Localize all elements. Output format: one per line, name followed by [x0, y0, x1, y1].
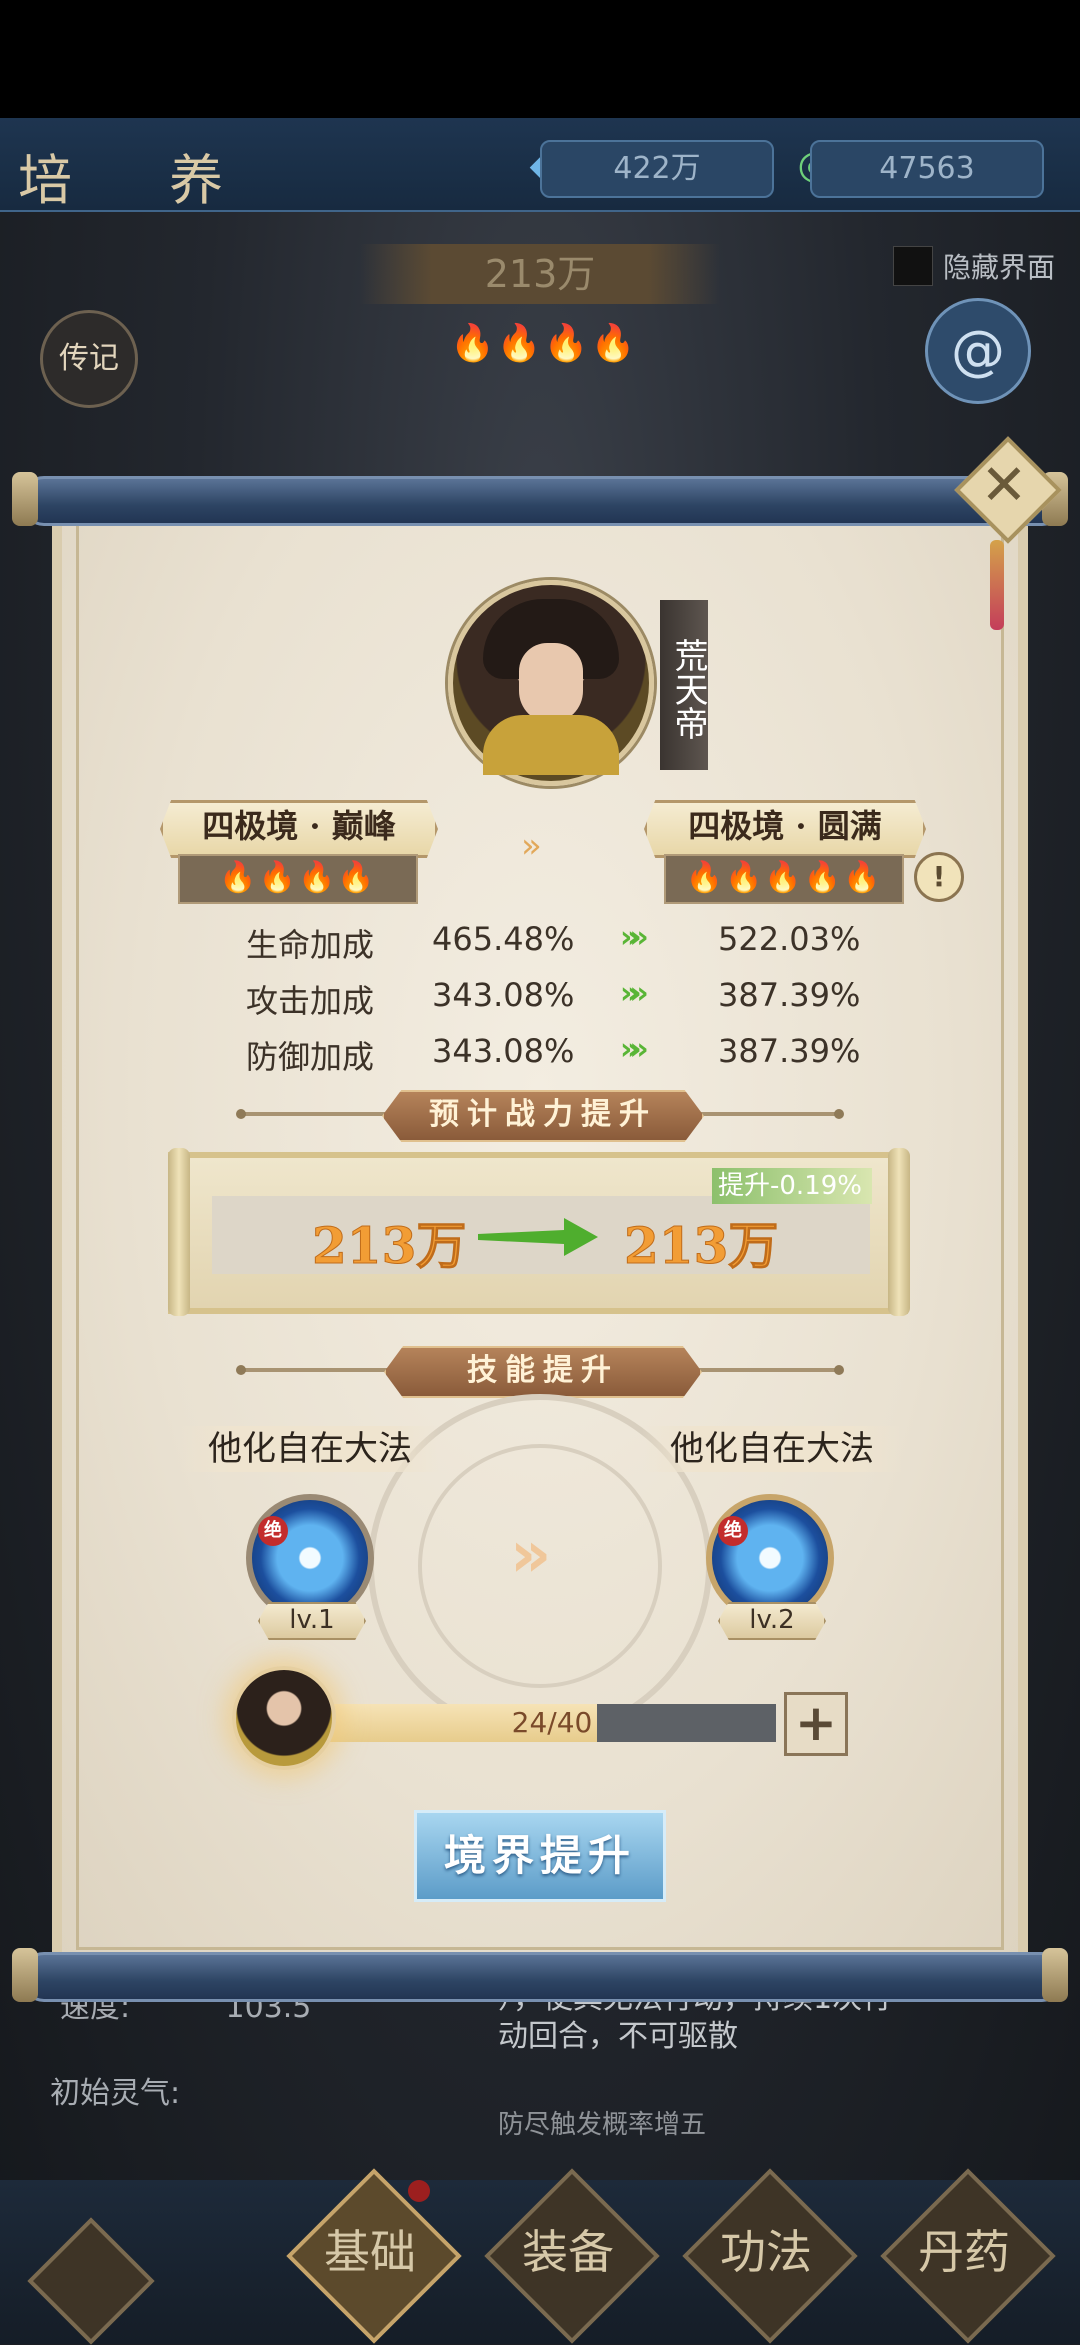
stat-row-hp: 生命加成 465.48% »» 522.03% — [0, 920, 1080, 970]
scroll-rod-top — [22, 476, 1064, 526]
stat-next: 387.39% — [718, 976, 861, 1014]
nav-basic[interactable]: 基础 — [286, 2168, 462, 2344]
skill-level-after: lv.2 — [718, 1602, 826, 1640]
stat-current: 465.48% — [432, 920, 575, 958]
spirit-label: 初始灵气: — [50, 2076, 181, 2111]
background-power-display: 213万 — [360, 244, 720, 304]
biography-button[interactable]: 传记 — [40, 310, 138, 408]
next-realm: 四极境 · 圆满 — [644, 800, 926, 858]
power-after: 213万 — [623, 1216, 779, 1276]
hero-name: 荒天帝 — [660, 600, 708, 770]
currency-crystal: 422万 — [540, 140, 774, 198]
scroll-cap — [1042, 1948, 1068, 2002]
skill-name-before: 他化自在大法 — [180, 1426, 440, 1472]
stat-row-defense: 防御加成 343.08% »» 387.39% — [0, 1032, 1080, 1082]
stat-label: 防御加成 — [246, 1038, 375, 1076]
nav-equipment[interactable]: 装备 — [484, 2168, 660, 2344]
next-realm-flames: 🔥🔥🔥🔥🔥 — [664, 854, 904, 904]
scroll-end — [168, 1148, 190, 1316]
stat-label: 生命加成 — [246, 926, 375, 964]
nav-pills[interactable]: 丹药 — [880, 2168, 1056, 2344]
stat-next: 522.03% — [718, 920, 861, 958]
double-arrow-icon: »» — [620, 920, 649, 955]
stat-label: 攻击加成 — [246, 982, 375, 1020]
skill-section-title: 技能提升 — [384, 1346, 702, 1398]
skill-name-after: 他化自在大法 — [642, 1426, 902, 1472]
notification-dot — [408, 2180, 430, 2202]
green-arrow-icon — [478, 1218, 598, 1256]
hero-avatar — [232, 1666, 336, 1770]
add-material-button[interactable]: + — [784, 1692, 848, 1756]
currency-jade: 47563 — [810, 140, 1044, 198]
hero-face — [519, 643, 583, 723]
realm-arrow-icon: » — [521, 826, 542, 866]
power-change: 提升-0.19% — [712, 1168, 872, 1204]
double-arrow-icon: »» — [620, 976, 649, 1011]
hero-portrait — [448, 580, 654, 786]
nav-label: 丹药 — [918, 2225, 1010, 2279]
nav-label: 功法 — [720, 2225, 812, 2279]
divider-dot — [834, 1365, 844, 1375]
scroll-end — [888, 1148, 910, 1316]
hide-ui-label: 隐藏界面 — [943, 251, 1056, 284]
page-title: 培 养 — [18, 149, 264, 212]
power-before: 213万 — [311, 1216, 467, 1276]
stat-next: 387.39% — [718, 1032, 861, 1070]
ultimate-badge: 绝 — [718, 1516, 748, 1546]
scroll-cap — [12, 472, 38, 526]
power-section-title: 预计战力提升 — [382, 1090, 704, 1142]
stat-row-attack: 攻击加成 343.08% »» 387.39% — [0, 976, 1080, 1026]
tassel-icon — [990, 540, 1004, 630]
checkbox-icon[interactable] — [893, 246, 933, 286]
info-button[interactable]: ! — [914, 852, 964, 902]
divider-dot — [236, 1365, 246, 1375]
divider-dot — [236, 1109, 246, 1119]
hide-ui-toggle[interactable]: 隐藏界面 — [893, 246, 1055, 286]
close-button[interactable]: ✕ — [954, 436, 1062, 544]
stat-current: 343.08% — [432, 1032, 575, 1070]
swirl-icon[interactable]: @ — [925, 298, 1031, 404]
skill-level-before: lv.1 — [258, 1602, 366, 1640]
background-flames: 🔥🔥🔥🔥 — [450, 323, 638, 364]
scroll-rod-bottom — [22, 1952, 1064, 2002]
hero-collar — [483, 715, 619, 775]
double-arrow-icon: »» — [620, 1032, 649, 1067]
scroll-cap — [12, 1948, 38, 2002]
current-realm: 四极境 · 巅峰 — [160, 800, 438, 858]
ultimate-badge: 绝 — [258, 1516, 288, 1546]
skill-effect-text-2: 防尽触发概率增五 — [498, 2110, 707, 2140]
progress-text: 24/40 — [511, 1706, 593, 1739]
skill-arrow-icon: » — [510, 1518, 552, 1592]
current-realm-flames: 🔥🔥🔥🔥 — [178, 854, 418, 904]
close-icon: ✕ — [980, 453, 1028, 518]
status-bar-area — [0, 0, 1080, 118]
divider-dot — [834, 1109, 844, 1119]
realm-upgrade-button[interactable]: 境界提升 — [414, 1810, 666, 1902]
stat-current: 343.08% — [432, 976, 575, 1014]
nav-skills[interactable]: 功法 — [682, 2168, 858, 2344]
nav-label: 装备 — [522, 2225, 614, 2279]
